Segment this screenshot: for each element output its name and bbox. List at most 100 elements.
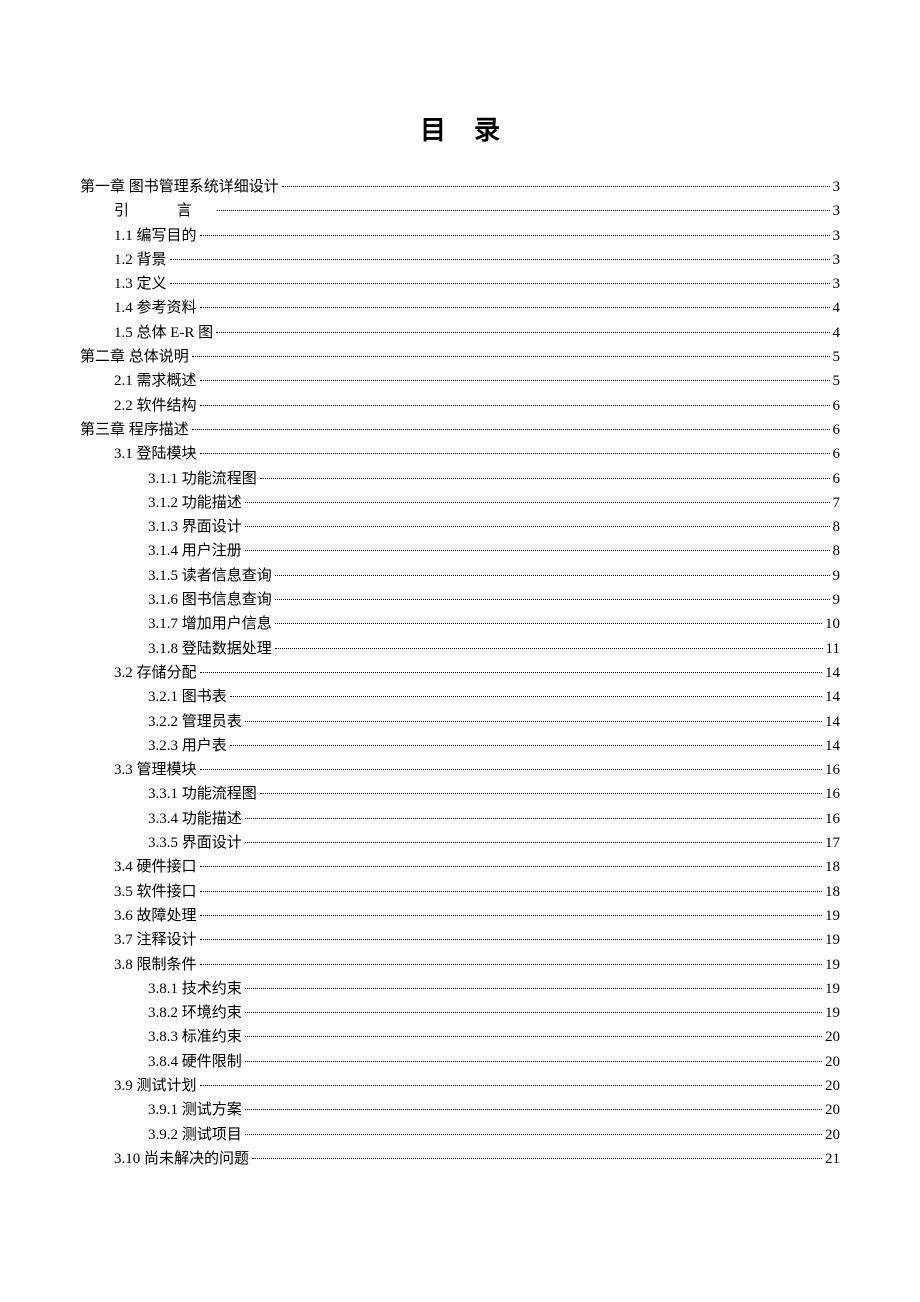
toc-leader-dots — [245, 1036, 822, 1037]
toc-leader-dots — [275, 575, 830, 576]
toc-leader-dots — [260, 793, 822, 794]
toc-leader-dots — [275, 599, 830, 600]
toc-entry-page: 10 — [825, 612, 840, 636]
toc-leader-dots — [245, 526, 830, 527]
toc-entry-label: 3.5 软件接口 — [114, 880, 197, 904]
toc-entry: 3.10 尚未解决的问题 21 — [80, 1147, 840, 1171]
toc-leader-dots — [200, 672, 822, 673]
toc-leader-dots — [200, 939, 822, 940]
toc-entry-page: 3 — [833, 272, 841, 296]
toc-leader-dots — [200, 453, 830, 454]
toc-entry-label: 3.3.5 界面设计 — [148, 831, 242, 855]
toc-leader-dots — [200, 235, 830, 236]
toc-entry-page: 14 — [825, 661, 840, 685]
toc-entry: 3.3 管理模块 16 — [80, 758, 840, 782]
toc-entry-label: 第三章 程序描述 — [80, 418, 189, 442]
toc-leader-dots — [200, 769, 822, 770]
toc-leader-dots — [245, 502, 830, 503]
toc-entry-label: 3.1.1 功能流程图 — [148, 467, 257, 491]
toc-entry-page: 19 — [825, 928, 840, 952]
toc-leader-dots — [216, 332, 829, 333]
toc-entry-label: 3.1.8 登陆数据处理 — [148, 637, 272, 661]
toc-entry: 3.1.2 功能描述7 — [80, 491, 840, 515]
toc-leader-dots — [200, 915, 822, 916]
toc-entry-page: 16 — [825, 782, 840, 806]
toc-entry-page: 9 — [833, 564, 841, 588]
toc-leader-dots — [200, 866, 822, 867]
toc-entry-page: 6 — [833, 442, 841, 466]
toc-leader-dots — [245, 988, 822, 989]
toc-entry-label: 3.3 管理模块 — [114, 758, 197, 782]
toc-entry-label: 3.2.2 管理员表 — [148, 710, 242, 734]
toc-entry-label: 3.8 限制条件 — [114, 953, 197, 977]
toc-entry-label: 3.3.1 功能流程图 — [148, 782, 257, 806]
toc-entry: 1.1 编写目的3 — [80, 224, 840, 248]
toc-entry-label: 3.8.1 技术约束 — [148, 977, 242, 1001]
toc-entry: 1.3 定义3 — [80, 272, 840, 296]
toc-entry-label: 引 言 — [114, 199, 214, 223]
toc-entry: 3.2 存储分配14 — [80, 661, 840, 685]
toc-entry-page: 16 — [825, 807, 840, 831]
toc-entry-label: 3.9.2 测试项目 — [148, 1123, 242, 1147]
toc-entry: 3.8 限制条件 19 — [80, 953, 840, 977]
toc-entry: 3.2.3 用户表14 — [80, 734, 840, 758]
toc-entry-page: 18 — [825, 880, 840, 904]
toc-entry-page: 20 — [825, 1050, 840, 1074]
toc-entry: 3.1.6 图书信息查询9 — [80, 588, 840, 612]
toc-entry-label: 1.2 背景 — [114, 248, 167, 272]
toc-entry: 1.4 参考资料4 — [80, 296, 840, 320]
toc-entry: 第二章 总体说明5 — [80, 345, 840, 369]
toc-entry: 3.4 硬件接口18 — [80, 855, 840, 879]
toc-entry-page: 3 — [833, 248, 841, 272]
toc-leader-dots — [192, 356, 830, 357]
toc-entry-page: 7 — [833, 491, 841, 515]
toc-entry-page: 11 — [826, 637, 840, 661]
toc-leader-dots — [200, 1085, 822, 1086]
toc-entry: 3.1.7 增加用户信息 10 — [80, 612, 840, 636]
toc-entry-label: 3.8.3 标准约束 — [148, 1025, 242, 1049]
toc-entry-label: 3.8.2 环境约束 — [148, 1001, 242, 1025]
toc-entry-label: 1.5 总体 E-R 图 — [114, 321, 213, 345]
toc-entry-label: 3.1.5 读者信息查询 — [148, 564, 272, 588]
toc-entry-page: 8 — [833, 515, 841, 539]
toc-entry-label: 3.10 尚未解决的问题 — [114, 1147, 249, 1171]
toc-leader-dots — [245, 1012, 822, 1013]
toc-entry-label: 1.1 编写目的 — [114, 224, 197, 248]
toc-entry-label: 3.2.3 用户表 — [148, 734, 227, 758]
toc-leader-dots — [230, 696, 822, 697]
toc-entry-page: 16 — [825, 758, 840, 782]
toc-entry-page: 19 — [825, 1001, 840, 1025]
toc-entry-page: 20 — [825, 1123, 840, 1147]
toc-entry: 3.5 软件接口 18 — [80, 880, 840, 904]
toc-entry-label: 1.4 参考资料 — [114, 296, 197, 320]
toc-entry: 3.8.4 硬件限制 20 — [80, 1050, 840, 1074]
toc-entry-page: 6 — [833, 467, 841, 491]
toc-entry-page: 19 — [825, 977, 840, 1001]
toc-entry-page: 14 — [825, 710, 840, 734]
toc-entry: 引 言3 — [80, 199, 840, 223]
toc-leader-dots — [200, 380, 830, 381]
toc-entry-page: 19 — [825, 953, 840, 977]
toc-entry-page: 20 — [825, 1098, 840, 1122]
toc-leader-dots — [230, 745, 822, 746]
toc-entry: 3.1.3 界面设计8 — [80, 515, 840, 539]
toc-entry: 3.3.4 功能描述16 — [80, 807, 840, 831]
toc-leader-dots — [245, 550, 830, 551]
toc-leader-dots — [245, 842, 822, 843]
table-of-contents: 第一章 图书管理系统详细设计 3 引 言31.1 编写目的31.2 背景 31.3 定… — [80, 175, 840, 1171]
toc-entry-page: 21 — [825, 1147, 840, 1171]
toc-entry-label: 3.7 注释设计 — [114, 928, 197, 952]
toc-entry: 3.3.1 功能流程图 16 — [80, 782, 840, 806]
toc-entry: 3.9.1 测试方案20 — [80, 1098, 840, 1122]
toc-entry-label: 3.8.4 硬件限制 — [148, 1050, 242, 1074]
toc-entry: 第三章 程序描述6 — [80, 418, 840, 442]
toc-entry: 3.2.1 图书表14 — [80, 685, 840, 709]
toc-leader-dots — [170, 259, 830, 260]
document-title: 目录 — [80, 110, 840, 147]
toc-entry-label: 第一章 图书管理系统详细设计 — [80, 175, 279, 199]
toc-leader-dots — [200, 891, 822, 892]
toc-leader-dots — [245, 1109, 822, 1110]
toc-entry-label: 3.1.7 增加用户信息 — [148, 612, 272, 636]
toc-entry: 1.2 背景 3 — [80, 248, 840, 272]
toc-leader-dots — [245, 1061, 822, 1062]
